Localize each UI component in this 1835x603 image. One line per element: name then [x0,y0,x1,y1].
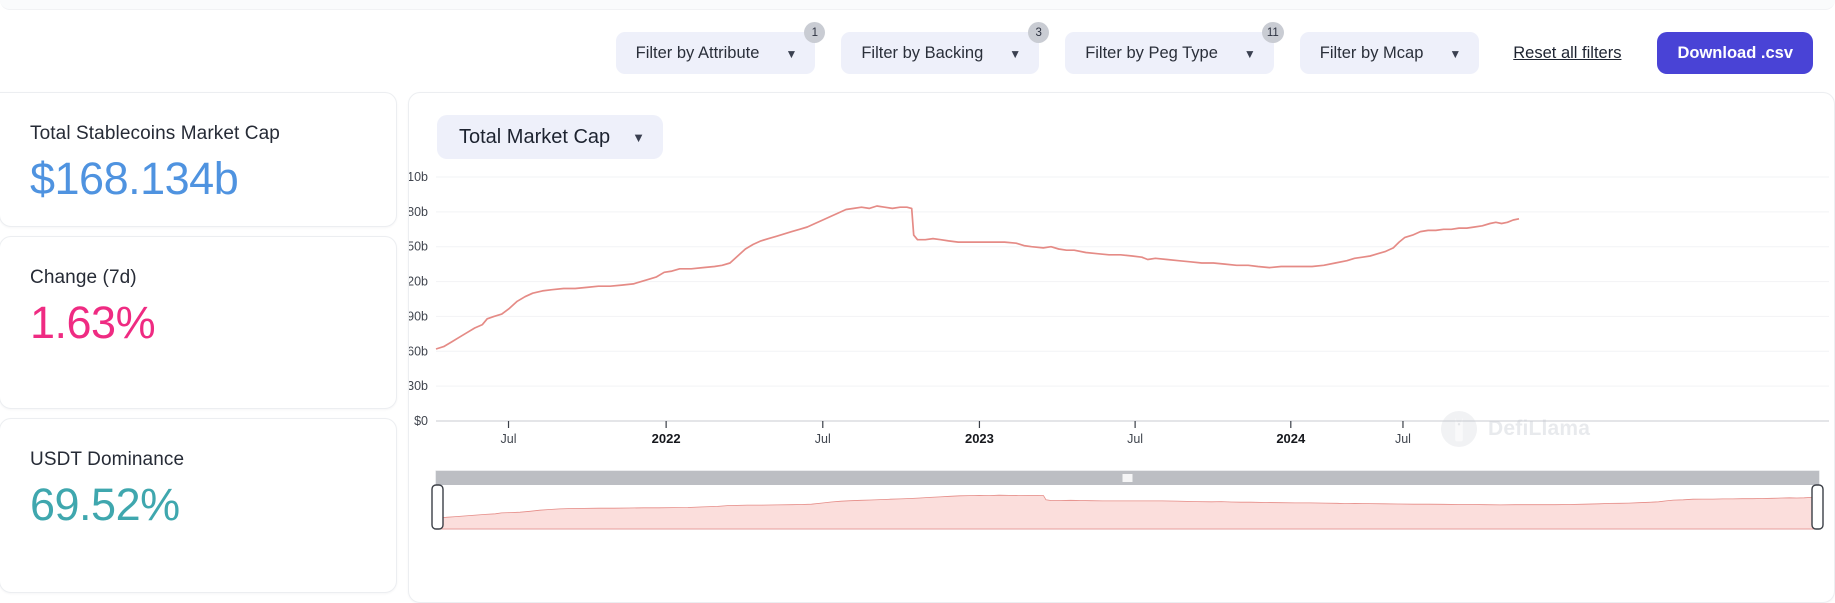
y-axis-tick-label: $30b [409,379,428,393]
y-axis-tick-label: $60b [409,344,428,358]
chart-line [435,205,1520,350]
filter-by-attribute-button[interactable]: Filter by Attribute ▼ [615,32,816,74]
reset-all-filters-link[interactable]: Reset all filters [1513,44,1621,63]
stat-value: $168.134b [30,153,239,204]
filter-pegtype-badge: 11 [1261,22,1284,43]
y-axis-tick-label: $90b [409,309,428,323]
stat-value: 69.52% [30,479,180,530]
chevron-down-icon: ▼ [1243,47,1256,61]
page-top-divider [0,0,1835,10]
stat-label: USDT Dominance [30,449,185,470]
stat-card-total-market-cap: Total Stablecoins Market Cap $168.134b [0,92,397,227]
stablecoins-dashboard: Filter by Attribute ▼ 1 Filter by Backin… [0,0,1835,603]
filter-backing-badge: 3 [1028,22,1050,43]
chart-range-slider[interactable] [431,470,1824,530]
filter-attribute-wrap: Filter by Attribute ▼ 1 [615,22,826,74]
chevron-down-icon: ▼ [1449,47,1462,61]
x-axis-tick-label: 2022 [652,431,681,446]
stat-label: Total Stablecoins Market Cap [30,123,280,144]
range-handle-right[interactable] [1811,484,1824,530]
stat-card-usdt-dominance: USDT Dominance 69.52% [0,418,397,593]
x-axis-tick-label: Jul [815,432,831,446]
filter-mcap-label: Filter by Mcap [1319,43,1424,62]
filter-attribute-badge: 1 [804,22,826,43]
y-axis-tick-label: $150b [409,240,428,254]
x-axis-tick-label: Jul [501,432,517,446]
y-axis-tick-label: $180b [409,205,428,219]
x-axis-tick-label: Jul [1127,432,1143,446]
y-axis-tick-label: $210b [409,171,428,184]
y-axis-tick-label: $120b [409,275,428,289]
chevron-down-icon: ▼ [1009,47,1022,61]
filter-backing-label: Filter by Backing [861,43,984,62]
filter-pegtype-label: Filter by Peg Type [1085,43,1218,62]
stat-cards: Total Stablecoins Market Cap $168.134b C… [0,92,400,602]
y-axis-tick-label: $0 [414,414,428,428]
filter-backing-wrap: Filter by Backing ▼ 3 [841,22,1050,74]
chart-metric-label: Total Market Cap [459,125,611,148]
stat-label: Change (7d) [30,267,137,288]
chart-svg: $0 $30b $60b $90b $120b $150b $180b $210b Jul 202… [409,171,1829,530]
chart-metric-select[interactable]: Total Market Cap ▼ [437,115,664,159]
chevron-down-icon: ▼ [632,129,646,145]
market-cap-line-chart: $0 $30b $60b $90b $120b $150b $180b $210b Jul 202… [409,171,1835,603]
filter-by-mcap-button[interactable]: Filter by Mcap ▼ [1299,32,1480,74]
filter-by-peg-type-button[interactable]: Filter by Peg Type ▼ [1065,32,1274,74]
filter-attribute-label: Filter by Attribute [635,43,760,62]
filter-pegtype-wrap: Filter by Peg Type ▼ 11 [1065,22,1284,74]
download-csv-button[interactable]: Download .csv [1657,32,1813,74]
filters-toolbar: Filter by Attribute ▼ 1 Filter by Backin… [0,22,1835,84]
x-axis-tick-label: 2023 [965,431,994,446]
stat-card-change-7d: Change (7d) 1.63% [0,236,397,409]
filter-by-backing-button[interactable]: Filter by Backing ▼ [841,32,1040,74]
chart-panel: Total Market Cap ▼ DefiLlama $0$30b$60b$… [408,92,1835,603]
chevron-down-icon: ▼ [785,47,798,61]
range-handle-left[interactable] [431,484,444,530]
stat-value: 1.63% [30,297,156,348]
x-axis-tick-label: Jul [1395,432,1411,446]
filter-mcap-wrap: Filter by Mcap ▼ [1299,32,1480,74]
x-axis-tick-label: 2024 [1276,431,1306,446]
